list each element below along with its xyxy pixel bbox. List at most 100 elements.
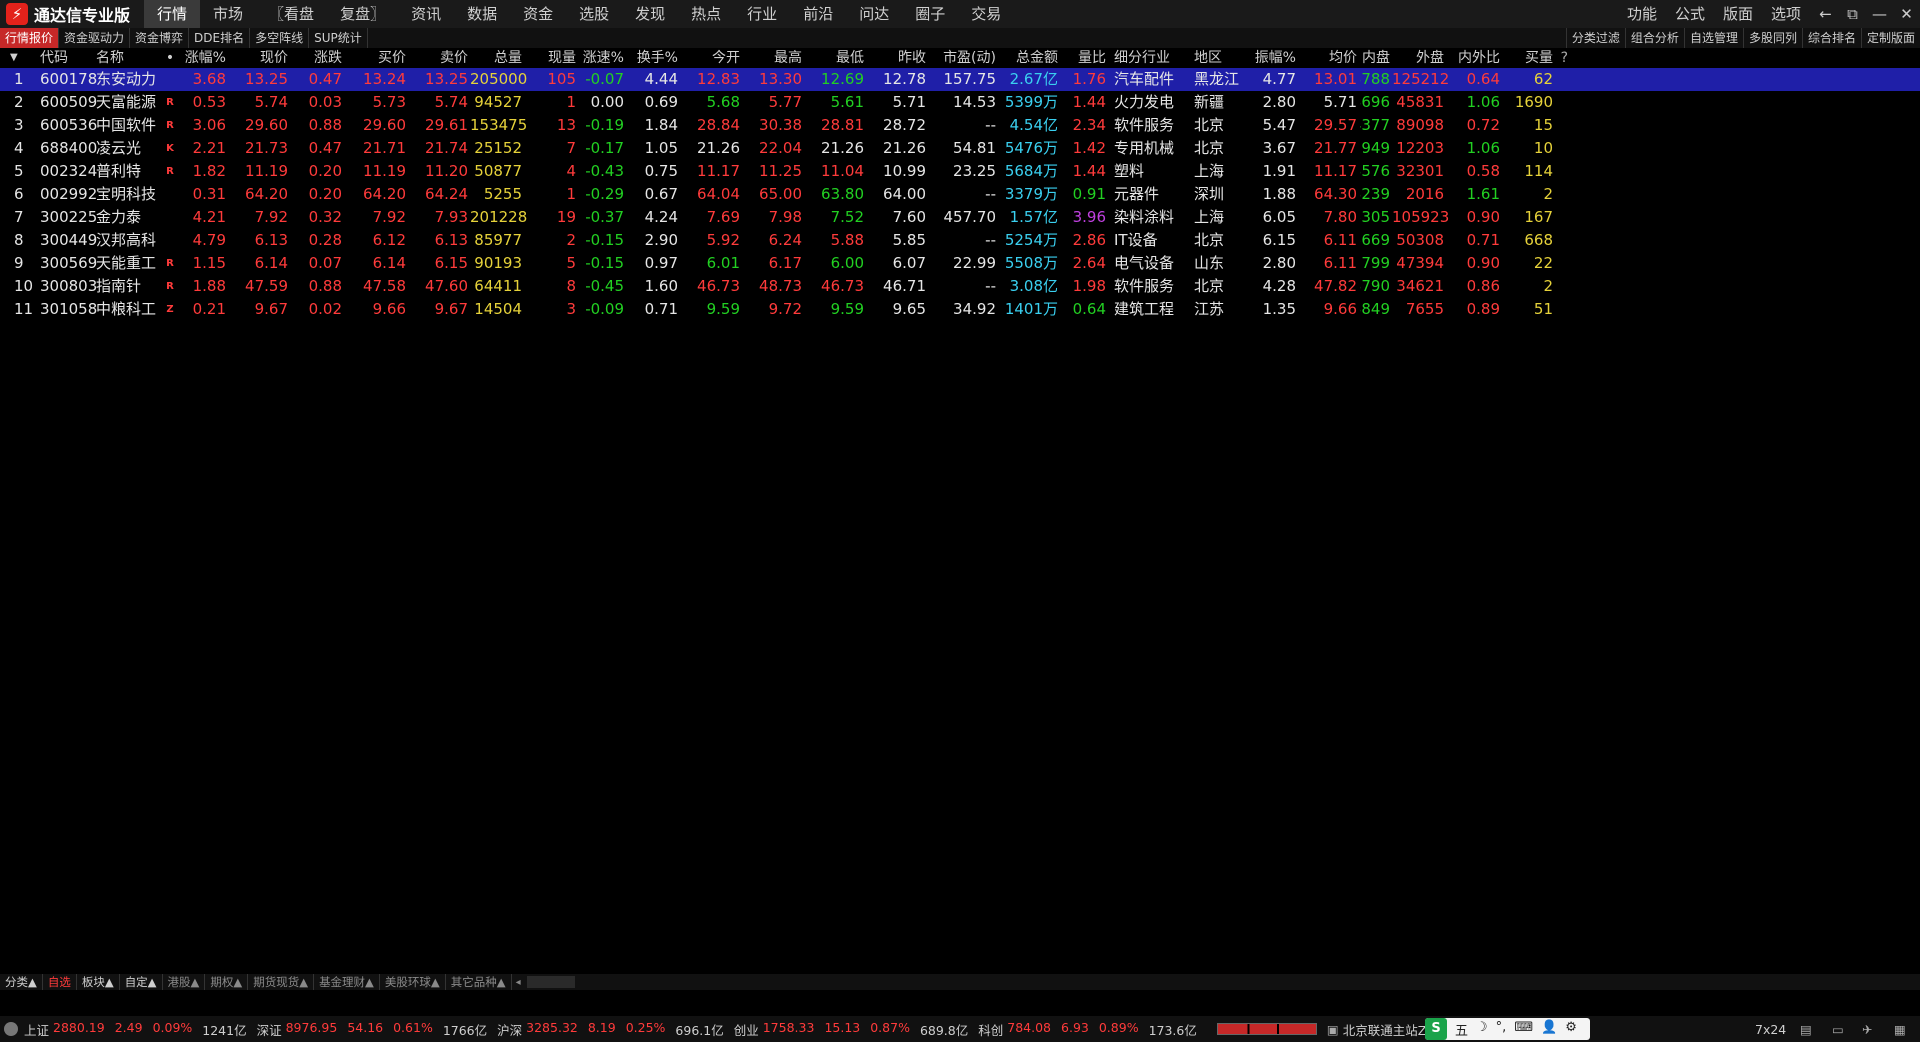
right-menu-item-1[interactable]: 公式 [1666,0,1714,28]
column-header-low[interactable]: 最低 [810,48,864,68]
column-header-amount[interactable]: 总金额 [1000,48,1058,68]
column-header-flag[interactable]: • [158,48,182,68]
column-header-vol-ratio[interactable]: 量比 [1068,48,1106,68]
toolbar-tab-3[interactable]: DDE排名 [189,28,251,48]
bottom-tab-4[interactable]: 港股▲ [163,974,206,990]
menu-item-5[interactable]: 数据 [454,0,510,28]
index-item[interactable]: 上证 2880.19 2.49 0.09% 1241亿 [24,1020,257,1039]
toolbar-tab-2[interactable]: 资金博弈 [130,28,190,48]
bottom-tab-6[interactable]: 期货现货▲ [248,974,315,990]
column-header-chg-pct[interactable]: 涨幅% [180,48,226,68]
column-header-industry[interactable]: 细分行业 [1114,48,1180,68]
close-icon[interactable]: ✕ [1893,5,1920,23]
index-item[interactable]: 创业 1758.33 15.13 0.87% 689.8亿 [734,1020,979,1039]
menu-item-6[interactable]: 资金 [510,0,566,28]
keyboard-icon[interactable]: ⌨ [1514,1020,1533,1039]
column-header-inner[interactable]: 内盘 [1360,48,1390,68]
bottom-tab-9[interactable]: 其它品种▲ [446,974,512,990]
bottom-tab-2[interactable]: 板块▲ [77,974,120,990]
moon-icon[interactable]: ☽ [1476,1020,1488,1039]
table-row[interactable]: 4 688400 凌云光 K 2.21 21.73 0.47 21.71 21.74 25152 7… [0,137,1920,160]
menu-item-14[interactable]: 交易 [958,0,1014,28]
column-header-code[interactable]: 代码 [40,48,94,68]
column-header-amplitude[interactable]: 振幅% [1250,48,1296,68]
table-row[interactable]: 5 002324 普利特 R 1.82 11.19 0.20 11.19 11.20 50877 4… [0,160,1920,183]
user-icon[interactable]: 👤 [1541,1020,1557,1039]
toolbar-right-btn-1[interactable]: 组合分析 [1624,28,1684,48]
column-header-speed[interactable]: 涨速% [580,48,624,68]
column-header-price[interactable]: 现价 [230,48,288,68]
menu-item-13[interactable]: 圈子 [902,0,958,28]
toolbar-tab-4[interactable]: 多空阵线 [250,28,310,48]
menu-item-8[interactable]: 发现 [622,0,678,28]
table-row[interactable]: 8 300449 汉邦高科 4.79 6.13 0.28 6.12 6.13 85977 2 -0.… [0,229,1920,252]
table-row[interactable]: 1 600178 东安动力 3.68 13.25 0.47 13.24 13.25 205000… [0,68,1920,91]
column-header-high[interactable]: 最高 [748,48,802,68]
column-header-pe[interactable]: 市盈(动) [940,48,996,68]
toolbar-right-btn-0[interactable]: 分类过滤 [1565,28,1625,48]
ime-toolbar[interactable]: S 五 ☽ °, ⌨ 👤 ⚙ [1425,1018,1590,1040]
index-item[interactable]: 科创 784.08 6.93 0.89% 173.6亿 [978,1020,1207,1039]
right-menu-item-0[interactable]: 功能 [1618,0,1666,28]
column-header-avg[interactable]: 均价 [1300,48,1357,68]
column-header-bid-vol[interactable]: 买量 [1505,48,1553,68]
menu-item-10[interactable]: 行业 [734,0,790,28]
bottom-tab-8[interactable]: 美股环球▲ [380,974,446,990]
column-header-chg[interactable]: 涨跌 [292,48,342,68]
scroll-left-icon[interactable]: ◂ [516,977,521,988]
index-item[interactable]: 沪深 3285.32 8.19 0.25% 696.1亿 [497,1020,734,1039]
column-header-turnover[interactable]: 换手% [630,48,678,68]
menu-item-7[interactable]: 选股 [566,0,622,28]
column-header-q[interactable]: ? [1556,48,1568,68]
menu-item-3[interactable]: 复盘〗 [327,0,398,28]
column-header-cur-vol[interactable]: 现量 [530,48,576,68]
toolbar-tab-5[interactable]: SUP统计 [309,28,368,48]
menu-item-1[interactable]: 市场 [200,0,256,28]
table-row[interactable]: 11 301058 中粮科工 Z 0.21 9.67 0.02 9.66 9.67 14504 3-… [0,298,1920,321]
toolbar-tab-0[interactable]: 行情报价 [0,28,60,48]
chat-icon[interactable]: ▭ [1832,1022,1844,1037]
status-toggle-icon[interactable] [4,1022,18,1036]
menu-item-9[interactable]: 热点 [678,0,734,28]
column-header-prev[interactable]: 昨收 [870,48,926,68]
toolbar-right-btn-4[interactable]: 综合排名 [1801,28,1861,48]
column-header-open[interactable]: 今开 [690,48,740,68]
column-header-region[interactable]: 地区 [1194,48,1244,68]
back-icon[interactable]: ← [1812,5,1839,23]
table-row[interactable]: 2 600509 天富能源 R 0.53 5.74 0.03 5.73 5.74 94527 1 0.… [0,91,1920,114]
right-menu-item-3[interactable]: 选项 [1762,0,1810,28]
sogou-ime-icon[interactable]: S [1425,1018,1447,1040]
menu-item-12[interactable]: 问达 [846,0,902,28]
table-row[interactable]: 10 300803 指南针 R 1.88 47.59 0.88 47.58 47.60 64411… [0,275,1920,298]
minimize-icon[interactable]: — [1866,5,1893,23]
column-header-vol[interactable]: 总量 [470,48,522,68]
server-label[interactable]: 北京联通主站Z2 [1343,1020,1435,1039]
menu-item-4[interactable]: 资讯 [398,0,454,28]
bottom-tab-3[interactable]: 自定▲ [120,974,163,990]
column-header-ask[interactable]: 卖价 [410,48,468,68]
right-menu-item-2[interactable]: 版面 [1714,0,1762,28]
bottom-tab-0[interactable]: 分类▲ [0,974,43,990]
tab-scrollbar[interactable] [526,976,575,988]
settings-icon[interactable]: ▦ [1894,1022,1906,1037]
toolbar-tab-1[interactable]: 资金驱动力 [59,28,131,48]
table-row[interactable]: 3 600536 中国软件 R 3.06 29.60 0.88 29.60 29.61 15347… [0,114,1920,137]
menu-item-11[interactable]: 前沿 [790,0,846,28]
message-icon[interactable]: ▤ [1800,1022,1812,1037]
menu-item-0[interactable]: 行情 [144,0,201,28]
toolbar-right-btn-2[interactable]: 自选管理 [1683,28,1743,48]
column-header-outer[interactable]: 外盘 [1392,48,1444,68]
table-row[interactable]: 6 002992 宝明科技 0.31 64.20 0.20 64.20 64.24 5255 1-… [0,183,1920,206]
punctuation-icon[interactable]: °, [1496,1020,1507,1039]
bottom-tab-5[interactable]: 期权▲ [205,974,249,990]
menu-item-2[interactable]: 〖看盘 [256,0,327,28]
bottom-tab-7[interactable]: 基金理财▲ [314,974,380,990]
column-header-bid[interactable]: 买价 [346,48,406,68]
restore-icon[interactable]: ⧉ [1839,5,1866,23]
signal-icon[interactable]: ✈ [1862,1022,1872,1037]
table-row[interactable]: 7 300225 金力泰 4.21 7.92 0.32 7.92 7.93 201228 19 -0… [0,206,1920,229]
table-row[interactable]: 9 300569 天能重工 R 1.15 6.14 0.07 6.14 6.15 90193 5 -0… [0,252,1920,275]
settings-grid-icon[interactable]: ⚙ [1565,1020,1577,1039]
sort-indicator-icon[interactable]: ▼ [10,48,24,68]
index-item[interactable]: 深证 8976.95 54.16 0.61% 1766亿 [257,1020,498,1039]
